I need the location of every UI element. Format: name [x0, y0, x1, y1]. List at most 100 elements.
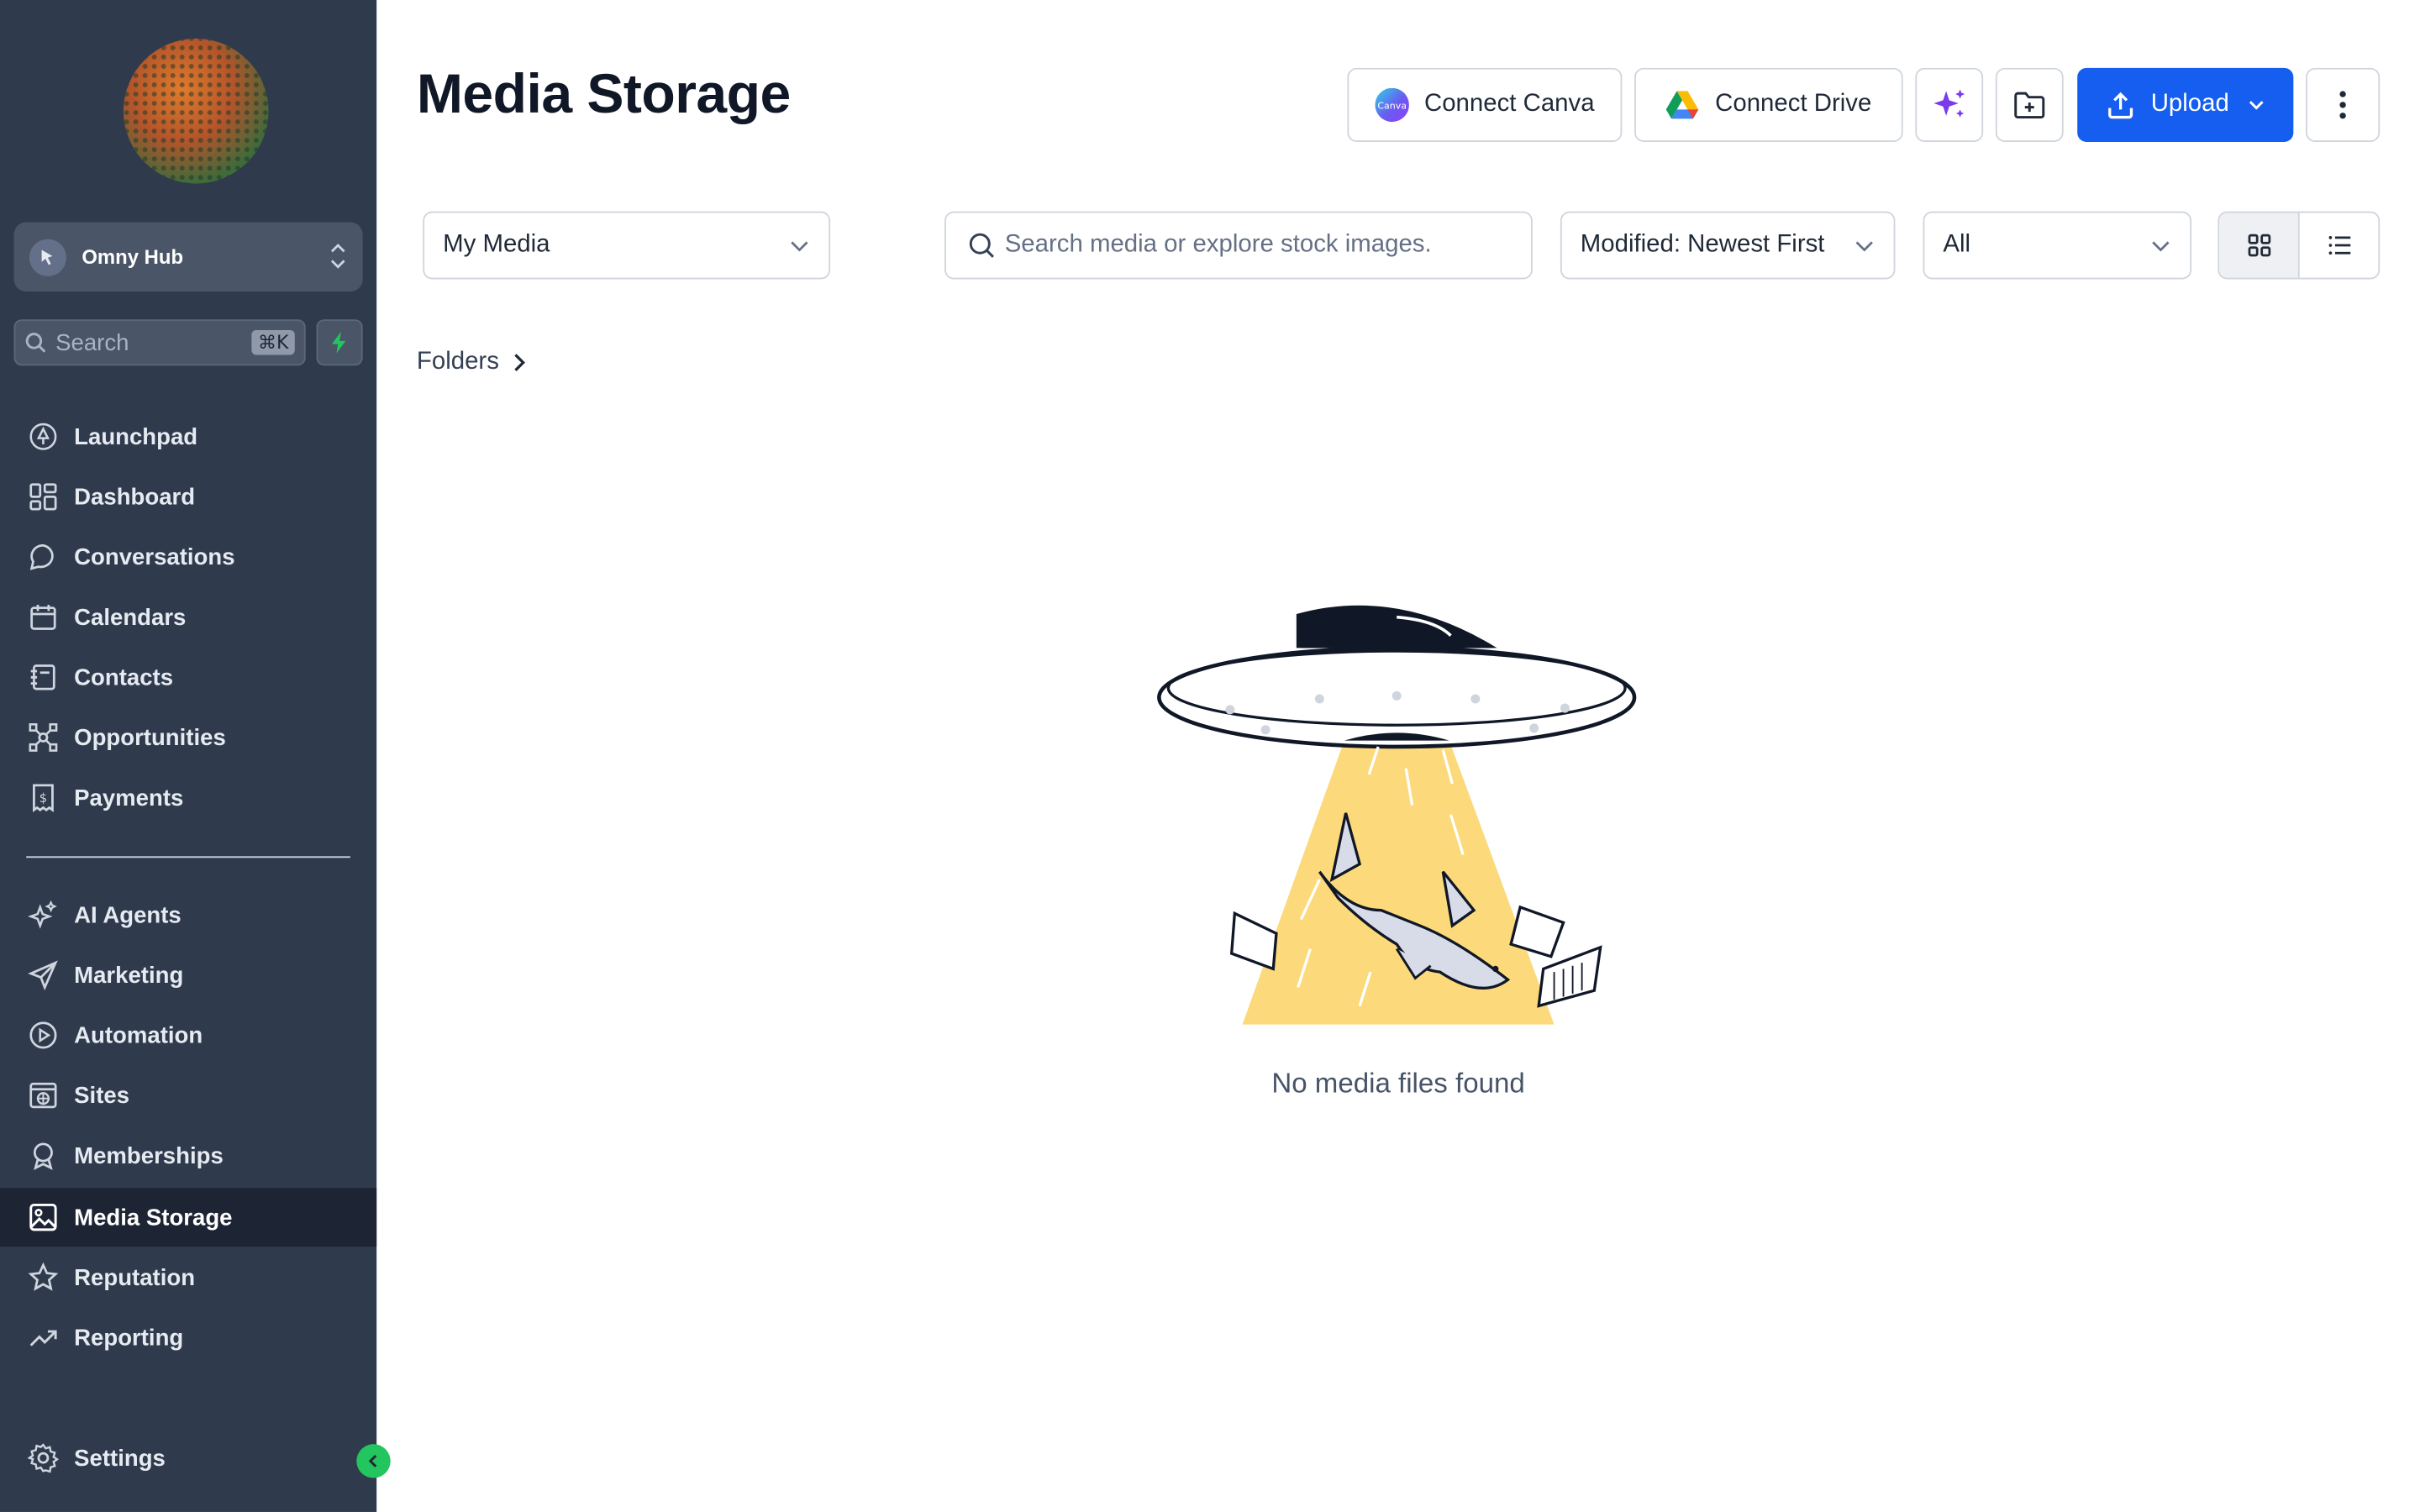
sidebar-item-label: Dashboard: [74, 483, 196, 511]
media-search-placeholder: Search media or explore stock images.: [1004, 231, 1432, 258]
network-icon: [28, 722, 59, 753]
sidebar-item-ai-agents[interactable]: AI Agents: [0, 885, 376, 944]
svg-text:$: $: [39, 791, 47, 806]
upload-button[interactable]: Upload: [2077, 67, 2294, 142]
sidebar-item-label: Contacts: [74, 664, 174, 690]
sidebar-item-reporting[interactable]: Reporting: [0, 1309, 376, 1368]
sidebar: Omny Hub Search ⌘K Launchpad Dashboard Con…: [0, 0, 377, 1512]
chevron-down-icon: [1855, 241, 1873, 252]
quick-actions-button[interactable]: [316, 319, 363, 366]
pointer-click-icon: [41, 249, 53, 265]
send-icon: [28, 959, 59, 991]
sidebar-search-placeholder: Search: [55, 329, 129, 356]
rocket-icon: [28, 421, 59, 452]
dashboard-grid-icon: [28, 481, 59, 512]
sidebar-item-reputation[interactable]: Reputation: [0, 1248, 376, 1307]
lightning-icon: [331, 331, 346, 354]
page-title: Media Storage: [416, 61, 791, 125]
chevron-down-icon: [2152, 241, 2170, 252]
chevron-down-icon: [791, 241, 808, 252]
more-options-button[interactable]: [2306, 67, 2381, 142]
view-toggle: [2217, 211, 2381, 280]
sidebar-item-label: Marketing: [74, 962, 184, 989]
globe-window-icon: [28, 1080, 59, 1111]
company-logo: [123, 38, 269, 184]
star-icon: [28, 1262, 59, 1293]
media-source-value: My Media: [443, 231, 550, 258]
sidebar-item-conversations[interactable]: Conversations: [0, 528, 376, 586]
sidebar-divider: [26, 856, 350, 858]
chevron-down-icon: [2249, 101, 2265, 110]
grid-view-button[interactable]: [2219, 213, 2300, 278]
media-source-select[interactable]: My Media: [423, 211, 831, 280]
connect-drive-button[interactable]: Connect Drive: [1634, 67, 1903, 142]
contact-book-icon: [28, 662, 59, 693]
list-view-button[interactable]: [2300, 213, 2379, 277]
search-icon: [969, 233, 994, 258]
sidebar-item-contacts[interactable]: Contacts: [0, 648, 376, 706]
receipt-dollar-icon: $: [28, 782, 59, 813]
empty-state-message: No media files found: [1271, 1067, 1525, 1099]
sidebar-item-label: Sites: [74, 1082, 130, 1109]
upload-icon: [2107, 92, 2133, 119]
sidebar-item-settings[interactable]: Settings: [0, 1429, 376, 1488]
sidebar-search[interactable]: Search ⌘K: [13, 319, 306, 366]
play-circle-icon: [28, 1020, 59, 1051]
grid-icon: [2247, 234, 2270, 257]
sidebar-item-label: Calendars: [74, 604, 187, 631]
folders-breadcrumb[interactable]: Folders: [417, 349, 530, 376]
sidebar-item-label: Conversations: [74, 543, 235, 570]
trend-up-icon: [28, 1322, 59, 1353]
account-switcher[interactable]: Omny Hub: [13, 222, 363, 292]
sparkle-icon: [28, 900, 59, 931]
sort-select[interactable]: Modified: Newest First: [1560, 211, 1896, 280]
ai-generate-button[interactable]: [1915, 67, 1984, 142]
sidebar-item-payments[interactable]: $ Payments: [0, 769, 376, 827]
sidebar-item-sites[interactable]: Sites: [0, 1066, 376, 1125]
folders-label: Folders: [416, 349, 499, 375]
ufo-empty-state-illustration: [1157, 605, 1637, 1025]
sidebar-item-label: Reputation: [74, 1264, 196, 1291]
chevron-left-icon: [368, 1454, 377, 1467]
file-type-select[interactable]: All: [1923, 211, 2192, 280]
chat-bubble-icon: [28, 542, 59, 573]
kebab-menu-icon: [2339, 91, 2346, 119]
sidebar-item-media-storage[interactable]: Media Storage: [0, 1188, 377, 1247]
sidebar-item-label: Media Storage: [74, 1204, 233, 1231]
sidebar-item-label: Opportunities: [74, 724, 226, 751]
award-icon: [28, 1140, 59, 1171]
sidebar-item-launchpad[interactable]: Launchpad: [0, 407, 376, 466]
sidebar-item-opportunities[interactable]: Opportunities: [0, 708, 376, 767]
search-icon: [25, 333, 46, 353]
svg-text:Canva: Canva: [1377, 100, 1407, 111]
connect-canva-label: Connect Canva: [1423, 91, 1595, 118]
sidebar-item-marketing[interactable]: Marketing: [0, 946, 376, 1005]
account-name: Omny Hub: [82, 245, 184, 269]
image-icon: [28, 1202, 59, 1233]
gear-icon: [28, 1442, 59, 1473]
folder-plus-icon: [2014, 92, 2045, 119]
sidebar-item-label: Reporting: [74, 1324, 184, 1352]
google-drive-icon: [1666, 91, 1699, 119]
sparkle-icon: [1933, 89, 1965, 118]
new-folder-button[interactable]: [1995, 67, 2064, 142]
sidebar-item-label: Launchpad: [74, 423, 198, 450]
sidebar-item-label: AI Agents: [74, 901, 182, 928]
sidebar-item-automation[interactable]: Automation: [0, 1006, 376, 1065]
account-avatar: [29, 238, 66, 276]
sidebar-item-label: Memberships: [74, 1142, 224, 1169]
sidebar-item-label: Payments: [74, 784, 184, 811]
search-shortcut-badge: ⌘K: [251, 330, 295, 355]
sort-value: Modified: Newest First: [1580, 231, 1825, 258]
list-icon: [2328, 236, 2350, 255]
sidebar-item-memberships[interactable]: Memberships: [0, 1126, 376, 1185]
calendar-icon: [28, 601, 59, 633]
canva-logo-icon: Canva: [1375, 87, 1409, 123]
connect-canva-button[interactable]: Canva Connect Canva: [1347, 67, 1623, 142]
connect-drive-label: Connect Drive: [1715, 91, 1872, 118]
sidebar-item-calendars[interactable]: Calendars: [0, 588, 376, 647]
collapse-sidebar-button[interactable]: [356, 1444, 391, 1478]
sidebar-item-dashboard[interactable]: Dashboard: [0, 468, 376, 527]
media-search-input[interactable]: Search media or explore stock images.: [944, 211, 1533, 280]
sidebar-item-label: Settings: [74, 1445, 166, 1472]
